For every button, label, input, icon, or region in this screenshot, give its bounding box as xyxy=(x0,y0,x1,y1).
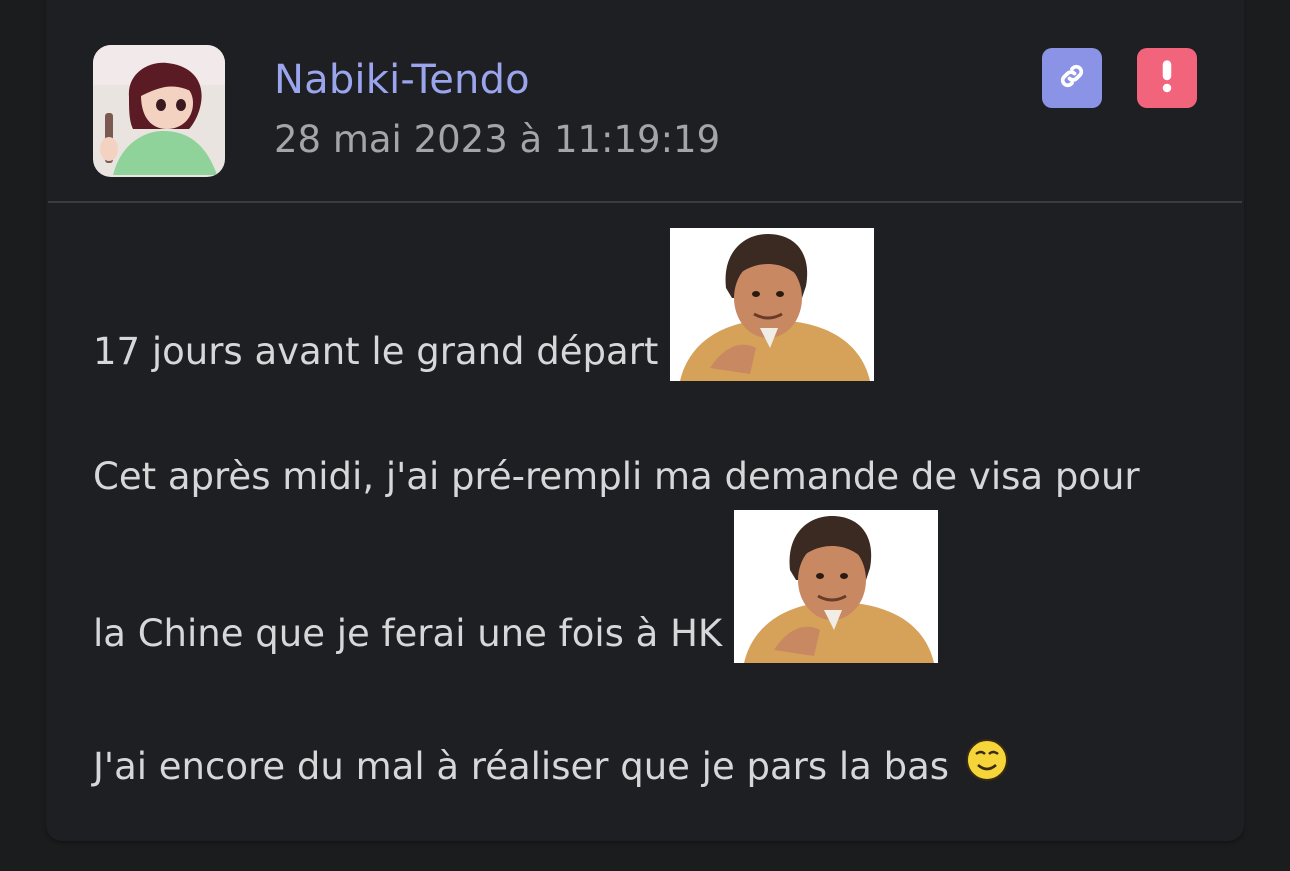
user-avatar[interactable] xyxy=(93,45,225,177)
post-line-text: la Chine que je ferai une fois à HK xyxy=(93,612,723,655)
post-author-name[interactable]: Nabiki-Tendo xyxy=(274,56,530,104)
post-line-text: J'ai encore du mal à réaliser que je par… xyxy=(93,745,950,788)
post-line-text: Cet après midi, j'ai pré-rempli ma deman… xyxy=(93,455,1140,498)
post-line-text: 17 jours avant le grand départ xyxy=(93,330,659,373)
permalink-button[interactable] xyxy=(1042,48,1102,108)
post-line-1: 17 jours avant le grand départ xyxy=(93,228,875,381)
post-line-3: la Chine que je ferai une fois à HK xyxy=(93,510,939,663)
report-button[interactable] xyxy=(1137,48,1197,108)
link-icon xyxy=(1057,61,1087,95)
smiley-icon xyxy=(965,738,1009,782)
header-divider xyxy=(48,201,1242,203)
post-timestamp: 28 mai 2023 à 11:19:19 xyxy=(274,118,721,161)
forum-post-card: Nabiki-Tendo 28 mai 2023 à 11:19:19 17 j… xyxy=(46,0,1244,841)
post-line-4: J'ai encore du mal à réaliser que je par… xyxy=(93,738,1009,790)
post-line-2: Cet après midi, j'ai pré-rempli ma deman… xyxy=(93,454,1140,500)
reaction-sticker xyxy=(734,510,939,663)
exclamation-icon xyxy=(1152,59,1182,97)
reaction-sticker xyxy=(670,228,875,381)
